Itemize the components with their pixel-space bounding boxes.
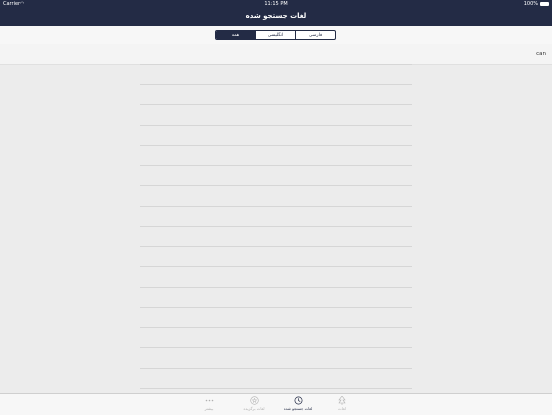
row-separator: [140, 104, 412, 105]
row-separator: [140, 307, 412, 308]
row-separator: [140, 327, 412, 328]
tab-words[interactable]: لغات: [320, 395, 364, 414]
history-icon: [276, 396, 320, 406]
row-separator: [140, 347, 412, 348]
row-separator: [140, 165, 412, 166]
tab-bar: لغات لغات جستجو شده لغات برگزیده بیشتر: [0, 393, 552, 415]
segment-persian-label: فارسی: [308, 32, 323, 38]
segment-all-label: همه: [231, 32, 240, 38]
segment-all[interactable]: همه: [216, 31, 255, 39]
row-separator: [140, 64, 412, 65]
row-separator: [140, 388, 412, 389]
row-separator: [140, 246, 412, 247]
star-circle-icon: [232, 396, 276, 406]
navigation-bar: Carrier ◠ 11:15 PM 100% لغات جستجو شده: [0, 0, 552, 26]
tab-favorite-words-label: لغات برگزیده: [243, 406, 265, 411]
row-separator: [140, 206, 412, 207]
row-separator: [140, 145, 412, 146]
battery-percent: 100%: [523, 1, 538, 7]
row-separator: [140, 368, 412, 369]
filter-bar: همه انگلیسی فارسی: [0, 26, 552, 44]
tab-more-label: بیشتر: [204, 406, 214, 411]
page-title: لغات جستجو شده: [245, 12, 307, 20]
row-separator: [140, 185, 412, 186]
row-separator: [140, 287, 412, 288]
row-separator: [140, 226, 412, 227]
battery-icon: [540, 2, 549, 6]
status-bar: Carrier ◠ 11:15 PM 100%: [0, 0, 552, 9]
language-segmented-control: همه انگلیسی فارسی: [215, 30, 336, 40]
segment-english-label: انگلیسی: [267, 32, 284, 38]
tab-more[interactable]: بیشتر: [187, 396, 231, 414]
tab-searched-words[interactable]: لغات جستجو شده: [276, 396, 320, 414]
row-separator: [140, 125, 412, 126]
segment-english[interactable]: انگلیسی: [255, 31, 295, 39]
row-separator: [140, 84, 412, 85]
tab-words-label: لغات: [338, 406, 346, 411]
empty-list-area: [140, 64, 412, 393]
searched-word: can: [536, 51, 546, 57]
tree-icon: [320, 395, 364, 406]
clock: 11:15 PM: [264, 1, 288, 7]
list-item[interactable]: can: [0, 44, 552, 65]
row-separator: [140, 266, 412, 267]
tab-searched-words-label: لغات جستجو شده: [283, 406, 313, 411]
more-dots-icon: [187, 396, 231, 406]
segment-persian[interactable]: فارسی: [295, 31, 335, 39]
tab-favorite-words[interactable]: لغات برگزیده: [232, 396, 276, 414]
